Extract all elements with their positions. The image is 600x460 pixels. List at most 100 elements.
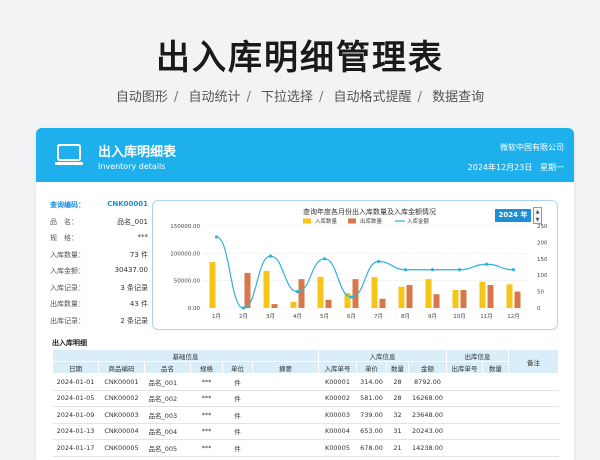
table-cell[interactable]: [482, 423, 509, 440]
legend-swatch: [303, 218, 311, 224]
table-cell[interactable]: ***: [190, 423, 223, 440]
bar-in-qty: [317, 276, 324, 308]
y-left-tick-label: 150000.00: [170, 224, 200, 230]
spin-down-icon[interactable]: ▼: [534, 216, 541, 224]
table-cell[interactable]: CNK00002: [98, 390, 145, 407]
table-cell[interactable]: [252, 373, 319, 391]
table-cell[interactable]: 739.00: [356, 406, 387, 424]
table-cell[interactable]: K00005: [318, 439, 357, 457]
info-value: 73 件: [129, 250, 148, 259]
table-cell[interactable]: [508, 406, 559, 424]
table-cell[interactable]: 28: [386, 390, 409, 407]
table-row[interactable]: 2024-01-05 CNK00002 品名_002 *** 件 K00002 581.00…: [52, 390, 559, 407]
table-row[interactable]: 2024-01-13 CNK00004 品名_004 *** 件 K00004 653.00…: [52, 423, 559, 440]
y-right-tick-label: 0: [537, 306, 541, 312]
bar-in-qty: [263, 270, 270, 308]
table-cell[interactable]: 20243.00: [408, 423, 447, 440]
table-cell[interactable]: [252, 390, 319, 407]
column-header: 单价: [356, 361, 387, 374]
spin-up-icon[interactable]: ▲: [534, 208, 541, 216]
info-label: 品 名：: [50, 217, 78, 226]
table-cell[interactable]: 8792.00: [408, 373, 447, 391]
table-cell[interactable]: 件: [222, 390, 253, 407]
table-cell[interactable]: [252, 439, 319, 457]
page-title: 出入库明细管理表: [156, 38, 444, 78]
info-row: 出库记录： 2 条记录: [50, 316, 148, 333]
table-cell[interactable]: ***: [190, 439, 223, 457]
table-cell[interactable]: 678.00: [356, 439, 387, 457]
table-cell[interactable]: 14238.00: [408, 439, 447, 457]
table-cell[interactable]: CNK00004: [98, 423, 145, 440]
table-cell[interactable]: 16268.00: [408, 390, 447, 407]
table-cell[interactable]: [446, 406, 483, 424]
table-cell[interactable]: 653.00: [356, 423, 387, 440]
bar-in-qty: [371, 277, 378, 308]
table-cell[interactable]: 2024-01-01: [52, 373, 99, 391]
query-code-input[interactable]: CNK00001: [107, 200, 148, 208]
table-cell[interactable]: K00001: [318, 373, 357, 391]
bar-in-qty: [479, 281, 486, 308]
year-spinner[interactable]: ▲ ▼: [533, 207, 542, 224]
bar-in-qty: [506, 284, 513, 308]
bar-in-qty: [425, 279, 432, 308]
table-cell[interactable]: CNK00005: [98, 439, 145, 457]
column-header: 出库单号: [446, 361, 483, 374]
table-cell[interactable]: CNK00001: [98, 373, 145, 391]
table-cell[interactable]: 件: [222, 373, 253, 391]
table-cell[interactable]: 23648.00: [408, 406, 447, 424]
bar-out-qty: [271, 304, 278, 308]
table-cell[interactable]: 581.00: [356, 390, 387, 407]
info-row: 入库金额： 30437.00: [50, 266, 148, 283]
table-cell[interactable]: [482, 373, 509, 391]
table-cell[interactable]: 2024-01-17: [52, 439, 99, 457]
query-info-panel: 查询编码： CNK00001 品 名： 品名_001 规 格： *** 入库数量…: [50, 200, 148, 332]
table-cell[interactable]: CNK00003: [98, 406, 145, 424]
table-row[interactable]: 2024-01-17 CNK00005 品名_005 *** 件 K00005 678.00…: [52, 439, 559, 457]
table-cell[interactable]: 2024-01-13: [52, 423, 99, 440]
table-cell[interactable]: K00002: [318, 390, 357, 407]
table-cell[interactable]: 品名_003: [144, 406, 191, 424]
table-cell[interactable]: ***: [190, 373, 223, 391]
table-cell[interactable]: 件: [222, 439, 253, 457]
year-select[interactable]: 2024 年: [495, 209, 531, 222]
table-cell[interactable]: [508, 373, 559, 391]
table-row[interactable]: 2024-01-09 CNK00003 品名_003 *** 件 K00003 739.00…: [52, 406, 559, 424]
column-header: 摘要: [252, 361, 319, 374]
table-cell[interactable]: K00004: [318, 423, 357, 440]
table-cell[interactable]: 件: [222, 423, 253, 440]
table-cell[interactable]: 品名_002: [144, 390, 191, 407]
table-cell[interactable]: 2024-01-05: [52, 390, 99, 407]
table-cell[interactable]: 件: [222, 406, 253, 424]
table-cell[interactable]: [446, 439, 483, 457]
info-row: 规 格： ***: [50, 233, 148, 250]
table-cell[interactable]: 31: [386, 423, 409, 440]
table-cell[interactable]: [252, 423, 319, 440]
table-cell[interactable]: 28: [386, 373, 409, 391]
table-cell[interactable]: [482, 390, 509, 407]
table-cell[interactable]: [482, 439, 509, 457]
table-cell[interactable]: 品名_004: [144, 423, 191, 440]
column-header: 商品编码: [98, 361, 145, 374]
table-cell[interactable]: [508, 439, 559, 457]
table-cell[interactable]: [508, 390, 559, 407]
table-cell[interactable]: [482, 406, 509, 424]
table-cell[interactable]: K00003: [318, 406, 357, 424]
table-cell[interactable]: 32: [386, 406, 409, 424]
table-cell[interactable]: 2024-01-09: [52, 406, 99, 424]
table-cell[interactable]: ***: [190, 390, 223, 407]
table-cell[interactable]: 品名_005: [144, 439, 191, 457]
table-cell[interactable]: ***: [190, 406, 223, 424]
table-cell[interactable]: [252, 406, 319, 424]
legend-label: 入库金额: [407, 217, 430, 225]
table-cell[interactable]: 品名_001: [144, 373, 191, 391]
info-row-query-code: 查询编码： CNK00001: [50, 200, 148, 217]
table-cell[interactable]: 21: [386, 439, 409, 457]
table-cell[interactable]: [446, 423, 483, 440]
bar-out-qty: [433, 294, 440, 308]
table-cell[interactable]: [446, 373, 483, 391]
column-header: 品名: [144, 361, 191, 374]
table-row[interactable]: 2024-01-01 CNK00001 品名_001 *** 件 K00001 314.00…: [52, 373, 559, 391]
table-cell[interactable]: [446, 390, 483, 407]
table-cell[interactable]: 314.00: [356, 373, 387, 391]
table-cell[interactable]: [508, 423, 559, 440]
